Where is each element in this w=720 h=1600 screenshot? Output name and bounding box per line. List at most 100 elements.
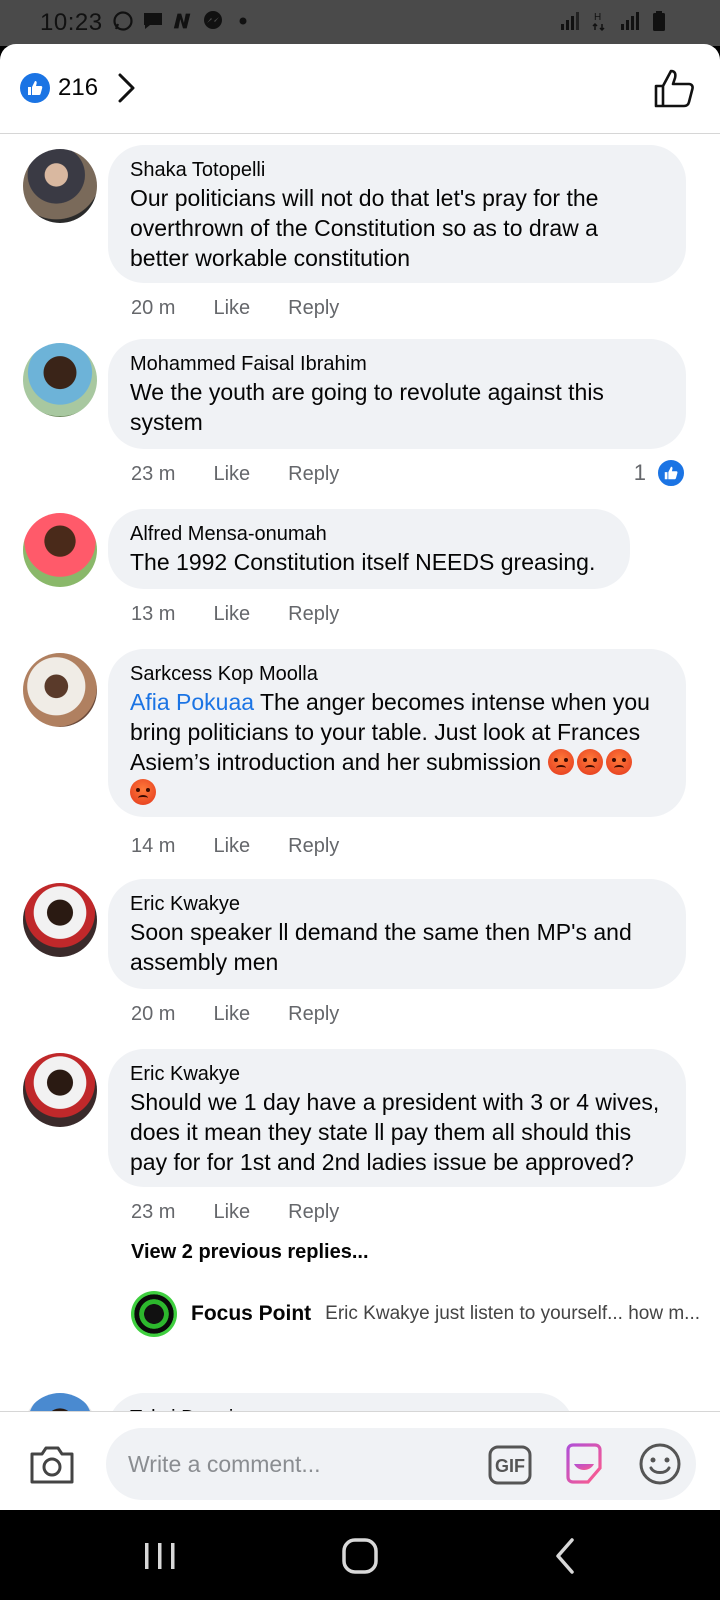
comment-author[interactable]: Sarkcess Kop Moolla bbox=[130, 661, 666, 687]
comment-text-line: Afia Pokuaa The anger becomes intense wh… bbox=[130, 687, 666, 717]
home-icon[interactable] bbox=[340, 1536, 380, 1576]
comment-text-line: Asiem’s introduction and her submission bbox=[130, 747, 666, 777]
like-link[interactable]: Like bbox=[213, 603, 250, 626]
comment-list[interactable]: Shaka Totopelli Our politicians will not… bbox=[0, 135, 720, 1455]
angry-face-icon bbox=[576, 749, 603, 775]
comment-text-fragment: The anger becomes intense when you bbox=[254, 689, 650, 715]
data-icon: H bbox=[588, 10, 610, 32]
comment-bubble[interactable]: Alfred Mensa-onumah The 1992 Constitutio… bbox=[108, 509, 630, 589]
whatsapp-icon bbox=[112, 10, 134, 32]
comment-author[interactable]: Shaka Totopelli bbox=[130, 157, 666, 183]
comment-input-wrapper[interactable]: GIF bbox=[106, 1428, 696, 1500]
camera-icon[interactable] bbox=[28, 1444, 76, 1486]
like-button-icon[interactable] bbox=[652, 66, 696, 110]
messenger-icon bbox=[202, 10, 224, 32]
comment-bubble[interactable]: Eric Kwakye Soon speaker ll demand the s… bbox=[108, 879, 686, 989]
comment-actions: 13 m Like Reply bbox=[131, 603, 339, 626]
signal-icon bbox=[558, 10, 580, 32]
reply-link[interactable]: Reply bbox=[288, 297, 339, 320]
like-link[interactable]: Like bbox=[213, 463, 250, 486]
like-link[interactable]: Like bbox=[213, 1201, 250, 1224]
mention-link[interactable]: Afia Pokuaa bbox=[130, 689, 254, 715]
gif-icon[interactable]: GIF bbox=[488, 1445, 532, 1485]
avatar[interactable] bbox=[23, 653, 97, 727]
comment-bubble[interactable]: Sarkcess Kop Moolla Afia Pokuaa The ange… bbox=[108, 649, 686, 817]
like-link[interactable]: Like bbox=[213, 1003, 250, 1026]
like-reaction-icon bbox=[20, 73, 50, 103]
comment-bubble[interactable]: Eric Kwakye Should we 1 day have a presi… bbox=[108, 1049, 686, 1187]
svg-text:H: H bbox=[594, 12, 601, 23]
reply-link[interactable]: Reply bbox=[288, 463, 339, 486]
comments-sheet: 216 Shaka Totopelli Our politicians will… bbox=[0, 44, 720, 1510]
reply-text: Eric Kwakye just listen to yourself... h… bbox=[325, 1303, 701, 1324]
recent-apps-icon[interactable] bbox=[140, 1536, 180, 1576]
comment-actions: 20 m Like Reply bbox=[131, 1003, 339, 1026]
comment-actions: 14 m Like Reply bbox=[131, 835, 339, 858]
comment-actions: 23 m Like Reply bbox=[131, 463, 339, 486]
status-bar: 10:23 H bbox=[0, 0, 720, 46]
comment-text-line: better workable constitution bbox=[130, 245, 410, 271]
comment-author[interactable]: Mohammed Faisal Ibrahim bbox=[130, 351, 666, 377]
avatar[interactable] bbox=[131, 1291, 177, 1337]
app-icon bbox=[172, 10, 194, 32]
comment-actions: 20 m Like Reply bbox=[131, 297, 339, 320]
reply-author[interactable]: Focus Point bbox=[191, 1302, 311, 1326]
comment-text-line: bring politicians to your table. Just lo… bbox=[130, 719, 641, 745]
chevron-right-icon[interactable] bbox=[115, 71, 139, 105]
comment-time: 20 m bbox=[131, 297, 176, 319]
comment-author[interactable]: Eric Kwakye bbox=[130, 891, 666, 917]
battery-icon bbox=[648, 10, 670, 32]
reply-preview[interactable]: Focus Point Eric Kwakye just listen to y… bbox=[131, 1291, 700, 1337]
comment-text-line bbox=[130, 777, 666, 807]
reply-link[interactable]: Reply bbox=[288, 1201, 339, 1224]
reaction-count[interactable]: 216 bbox=[58, 74, 98, 102]
avatar[interactable] bbox=[23, 149, 97, 223]
comment-text-line: Our politicians will not do that let's p… bbox=[130, 185, 599, 211]
reply-link[interactable]: Reply bbox=[288, 603, 339, 626]
navigation-bar bbox=[0, 1510, 720, 1600]
comment-text-line: Soon speaker ll demand the same then MP'… bbox=[130, 919, 632, 945]
comment-text-line: does it mean they state ll pay them all … bbox=[130, 1119, 632, 1145]
comment-text-line: assembly men bbox=[130, 949, 279, 975]
comment-text-fragment: Asiem’s introduction and her submission bbox=[130, 749, 548, 775]
sticker-icon[interactable] bbox=[562, 1442, 606, 1486]
comment-text-line: The 1992 Constitution itself NEEDS greas… bbox=[130, 549, 596, 575]
comment-time: 23 m bbox=[131, 463, 176, 485]
comment-actions: 23 m Like Reply bbox=[131, 1201, 339, 1224]
comment-author[interactable]: Alfred Mensa-onumah bbox=[130, 521, 610, 547]
angry-face-icon bbox=[130, 779, 156, 805]
comment-author[interactable]: Eric Kwakye bbox=[130, 1061, 666, 1087]
comment-text-line: overthrown of the Constitution so as to … bbox=[130, 215, 598, 241]
avatar[interactable] bbox=[23, 1053, 97, 1127]
comment-time: 13 m bbox=[131, 603, 176, 625]
like-link[interactable]: Like bbox=[213, 835, 250, 858]
signal-icon bbox=[618, 10, 640, 32]
reactions-header[interactable]: 216 bbox=[0, 44, 720, 134]
reply-link[interactable]: Reply bbox=[288, 835, 339, 858]
reply-link[interactable]: Reply bbox=[288, 1003, 339, 1026]
avatar[interactable] bbox=[23, 343, 97, 417]
view-previous-replies-link[interactable]: View 2 previous replies... bbox=[131, 1241, 369, 1264]
notification-icons bbox=[112, 10, 254, 32]
svg-text:GIF: GIF bbox=[495, 1456, 525, 1476]
comment-like-count: 1 bbox=[633, 460, 646, 485]
like-link[interactable]: Like bbox=[213, 297, 250, 320]
comment-text-line: system bbox=[130, 409, 203, 435]
comment-text-line: Should we 1 day have a president with 3 … bbox=[130, 1089, 660, 1115]
avatar[interactable] bbox=[23, 513, 97, 587]
dot-icon bbox=[232, 10, 254, 32]
comment-composer: GIF bbox=[0, 1411, 720, 1510]
comment-text-line: pay for for 1st and 2nd ladies issue be … bbox=[130, 1149, 634, 1175]
emoji-icon[interactable] bbox=[638, 1442, 682, 1486]
comment-time: 14 m bbox=[131, 835, 176, 857]
comment-time: 23 m bbox=[131, 1201, 176, 1223]
message-icon bbox=[142, 10, 164, 32]
status-time: 10:23 bbox=[40, 9, 103, 36]
comment-input[interactable] bbox=[128, 1428, 468, 1500]
back-icon[interactable] bbox=[546, 1536, 586, 1576]
avatar[interactable] bbox=[23, 883, 97, 957]
comment-reactions[interactable]: 1 bbox=[634, 458, 686, 488]
comment-bubble[interactable]: Mohammed Faisal Ibrahim We the youth are… bbox=[108, 339, 686, 449]
system-icons: H bbox=[558, 10, 670, 32]
comment-bubble[interactable]: Shaka Totopelli Our politicians will not… bbox=[108, 145, 686, 283]
